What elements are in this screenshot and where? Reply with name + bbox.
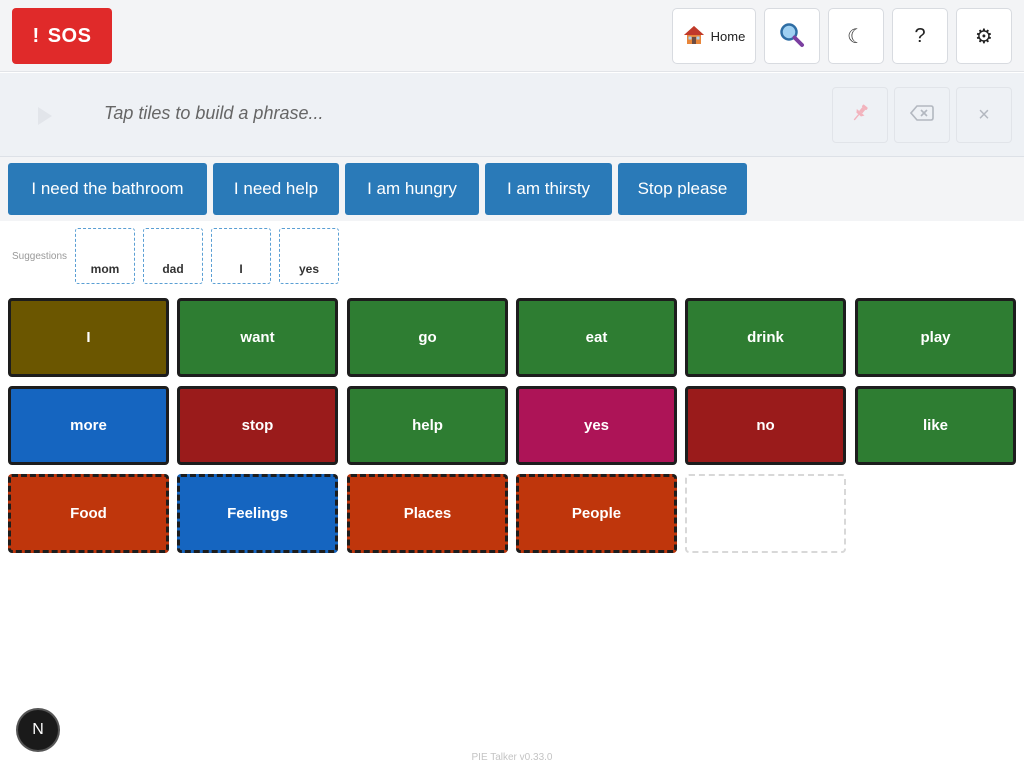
word-tile[interactable]: eat xyxy=(516,298,677,377)
folder-tile[interactable]: People xyxy=(516,474,677,553)
quick-phrase-button[interactable]: I am thirsty xyxy=(485,163,612,215)
word-tile[interactable]: more xyxy=(8,386,169,465)
word-tile[interactable]: help xyxy=(347,386,508,465)
pin-button[interactable] xyxy=(832,87,888,143)
suggestion-tile[interactable]: dad xyxy=(143,228,203,284)
gear-icon: ⚙ xyxy=(975,25,993,48)
word-tile[interactable]: want xyxy=(177,298,338,377)
word-tile[interactable]: I xyxy=(8,298,169,377)
word-tile[interactable]: play xyxy=(855,298,1016,377)
word-tile[interactable]: stop xyxy=(177,386,338,465)
dev-tools-badge[interactable]: N xyxy=(18,710,58,750)
moon-icon: ☾ xyxy=(847,25,865,48)
home-button[interactable]: Home xyxy=(672,8,756,64)
quick-phrases-bar: I need the bathroom I need help I am hun… xyxy=(0,157,1024,221)
version-label: PIE Talker v0.33.0 xyxy=(471,752,553,763)
folder-tile[interactable]: Places xyxy=(347,474,508,553)
word-tile[interactable]: yes xyxy=(516,386,677,465)
search-icon xyxy=(779,22,805,51)
folder-tile[interactable]: Food xyxy=(8,474,169,553)
top-bar: ! SOS Home ☾ ? ⚙ xyxy=(0,0,1024,72)
sos-label: SOS xyxy=(47,24,92,47)
word-tile[interactable]: go xyxy=(347,298,508,377)
phrase-input[interactable]: Tap tiles to build a phrase... xyxy=(104,103,323,124)
quick-phrase-button[interactable]: I need the bathroom xyxy=(8,163,207,215)
home-label: Home xyxy=(710,28,746,44)
sos-alert-icon: ! xyxy=(32,24,40,47)
suggestion-tile[interactable]: yes xyxy=(279,228,339,284)
house-icon xyxy=(683,24,705,49)
suggestions-label: Suggestions xyxy=(12,251,68,262)
backspace-button[interactable] xyxy=(894,87,950,143)
clear-button[interactable]: × xyxy=(956,87,1012,143)
close-icon: × xyxy=(978,103,990,126)
quick-phrase-button[interactable]: I need help xyxy=(213,163,339,215)
question-icon: ? xyxy=(914,24,926,47)
dark-mode-button[interactable]: ☾ xyxy=(828,8,884,64)
phrase-bar: Tap tiles to build a phrase... × xyxy=(0,73,1024,157)
sos-button[interactable]: ! SOS xyxy=(12,8,112,64)
backspace-icon xyxy=(909,104,934,127)
word-tile[interactable]: like xyxy=(855,386,1016,465)
suggestion-tile[interactable]: mom xyxy=(75,228,135,284)
word-tile[interactable]: no xyxy=(685,386,846,465)
pin-icon xyxy=(849,102,871,129)
play-icon[interactable] xyxy=(38,107,52,125)
help-button[interactable]: ? xyxy=(892,8,948,64)
app-root: ! SOS Home ☾ ? ⚙ Tap tiles to build a ph… xyxy=(0,0,1024,768)
folder-tile[interactable]: Feelings xyxy=(177,474,338,553)
search-button[interactable] xyxy=(764,8,820,64)
word-tile[interactable]: drink xyxy=(685,298,846,377)
settings-button[interactable]: ⚙ xyxy=(956,8,1012,64)
empty-tile-slot[interactable] xyxy=(685,474,846,553)
suggestion-tile[interactable]: I xyxy=(211,228,271,284)
quick-phrase-button[interactable]: Stop please xyxy=(618,163,747,215)
quick-phrase-button[interactable]: I am hungry xyxy=(345,163,479,215)
